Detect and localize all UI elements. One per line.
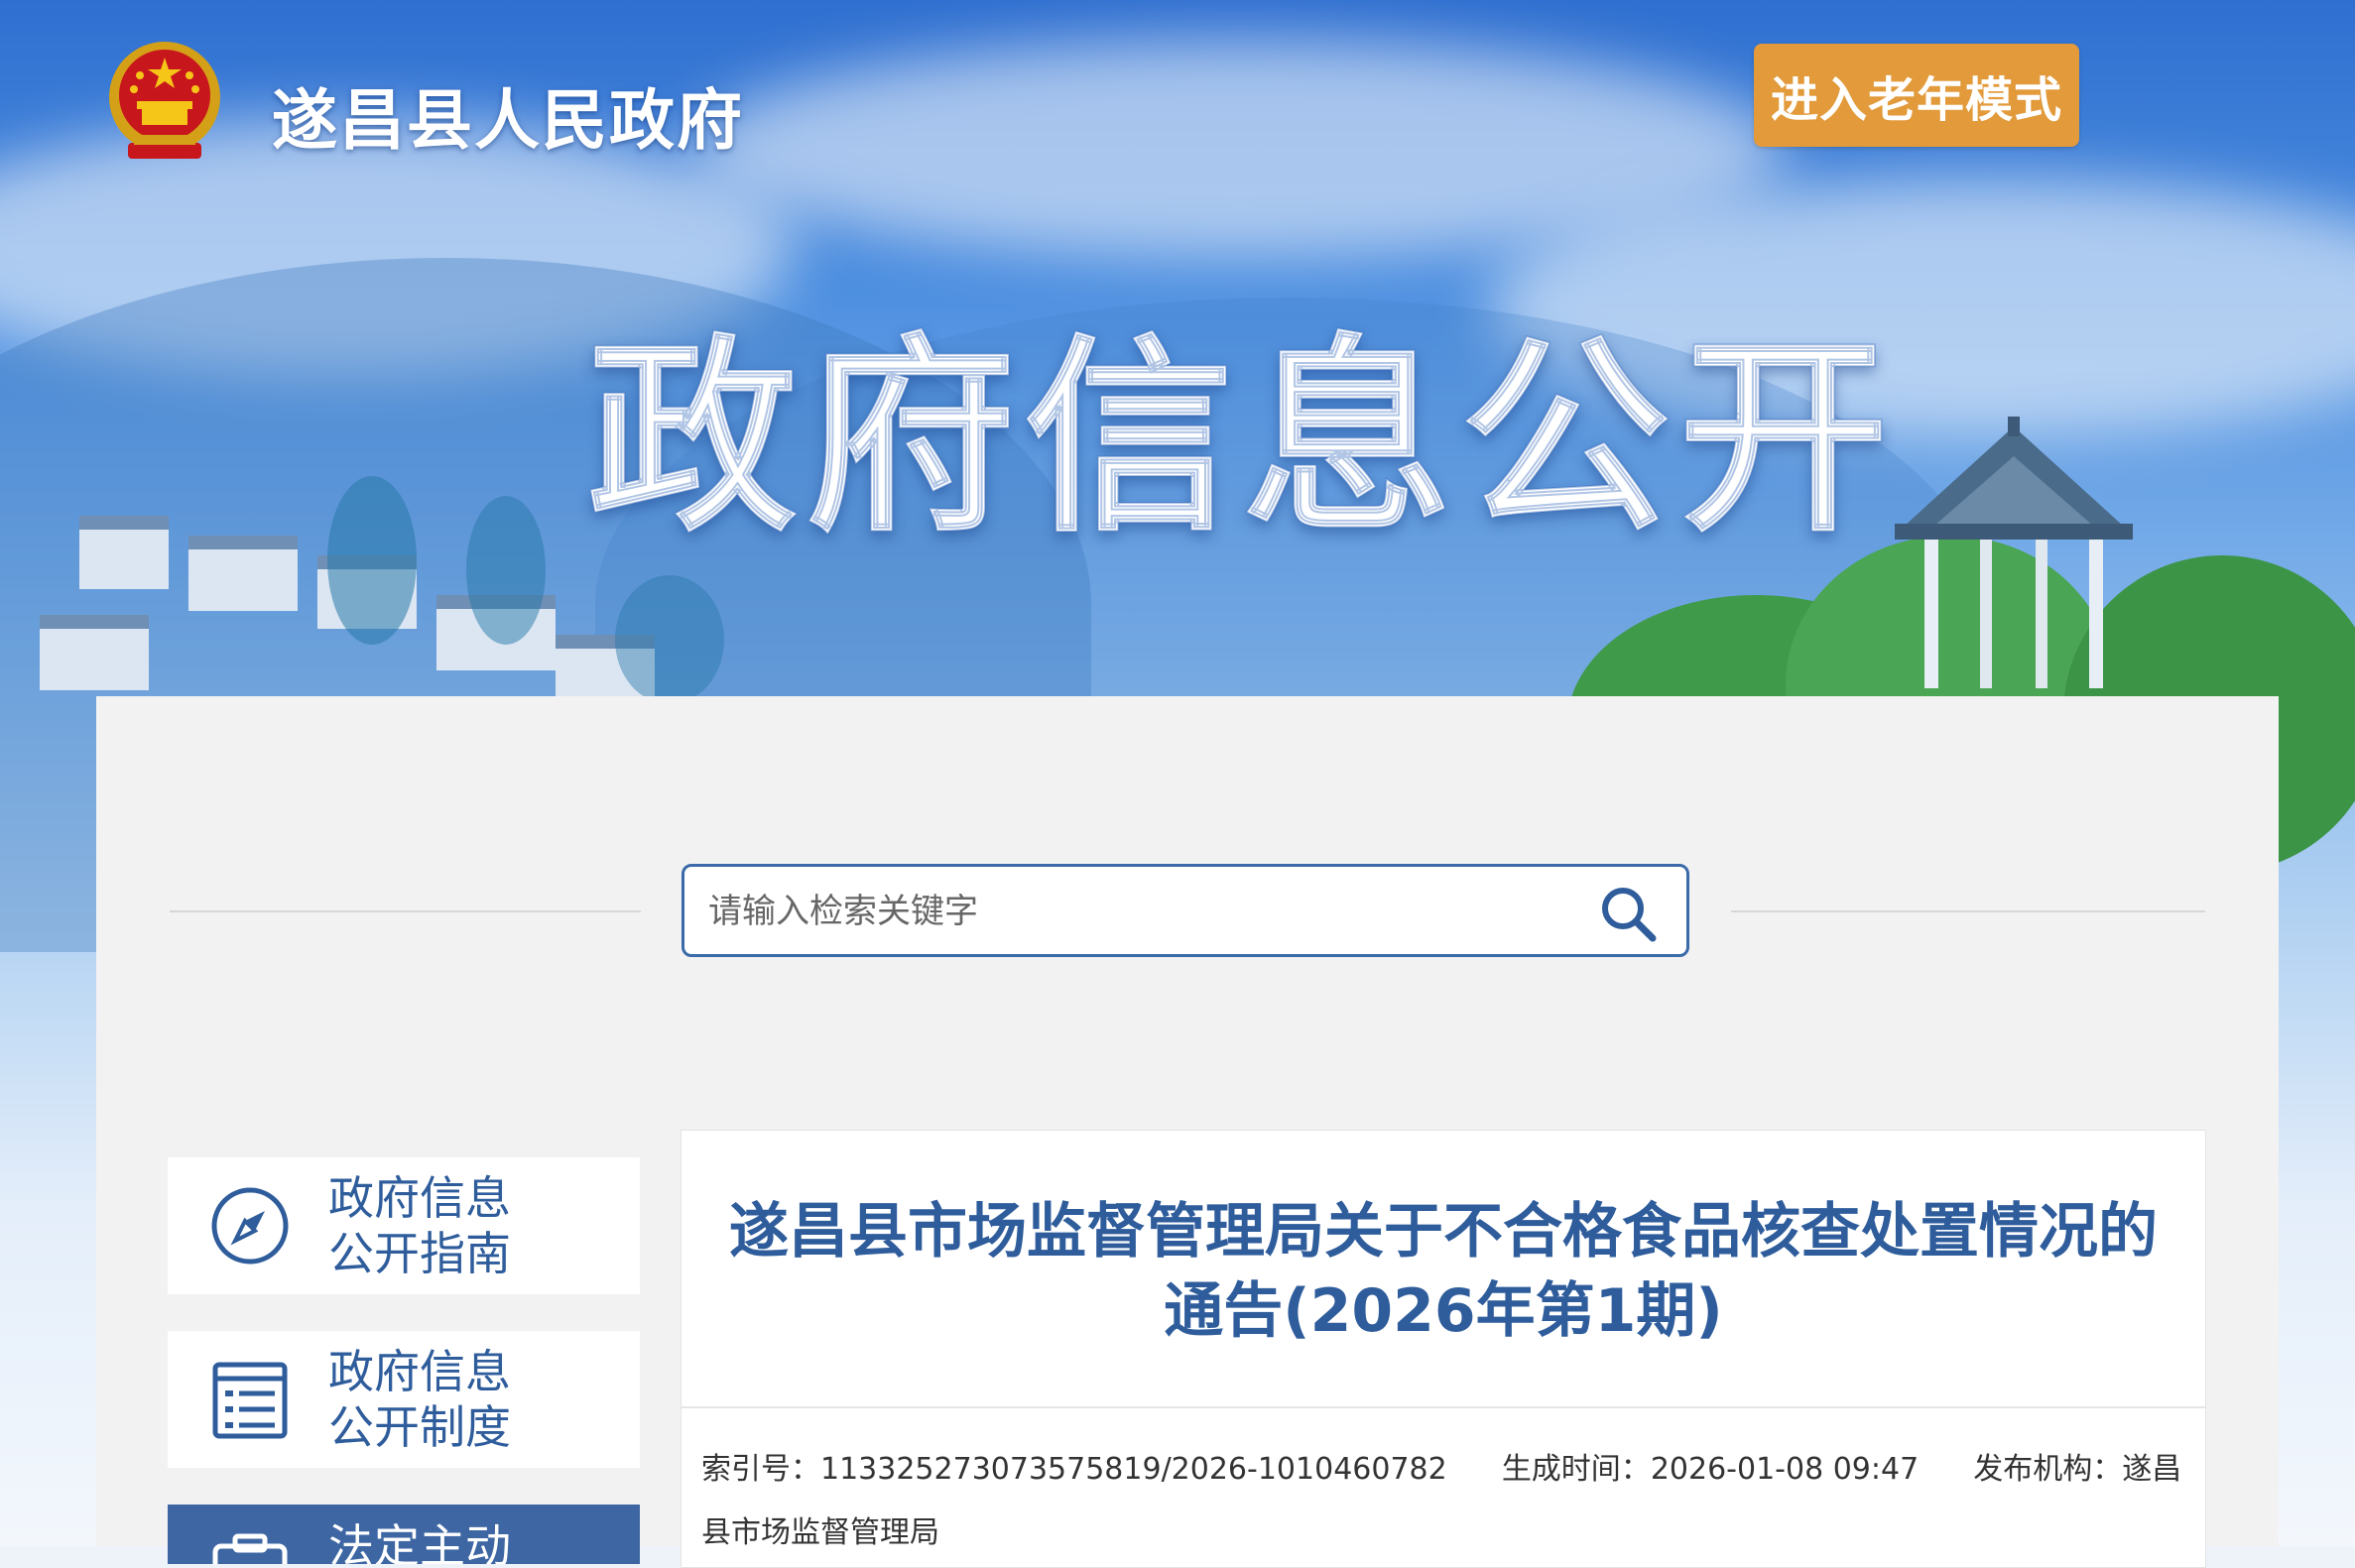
sidebar-item-label-line1: 政府信息 (328, 1345, 511, 1398)
banner-tree (615, 575, 724, 704)
pavilion-illustration (1895, 417, 2133, 688)
sidebar-item-disclosure-guide[interactable]: 政府信息 公开指南 (168, 1157, 640, 1294)
sidebar-item-label-line1: 法定主动 (328, 1519, 511, 1564)
banner-house (40, 615, 149, 690)
banner-tree (466, 496, 546, 645)
sidebar-item-disclosure-rules[interactable]: 政府信息 公开制度 (168, 1331, 640, 1468)
gov-site-name[interactable]: 遂昌县人民政府 (272, 67, 744, 163)
banner-title: 政府信息公开 (586, 314, 1897, 561)
national-emblem-icon (109, 42, 220, 159)
search-divider-right (1731, 910, 2205, 912)
publisher-label: 发布机构： (1973, 1452, 2123, 1487)
banner-tree (327, 476, 417, 645)
elder-mode-button[interactable]: 进入老年模式 (1754, 44, 2079, 147)
article-divider (682, 1406, 2205, 1408)
index-value: 113325273073575819/2026-1010460782 (820, 1452, 1447, 1487)
sidebar-item-label: 政府信息 公开指南 (328, 1170, 511, 1281)
sidebar-item-label-line2: 公开制度 (328, 1400, 511, 1454)
created-label: 生成时间： (1501, 1452, 1651, 1487)
folder-icon (212, 1533, 288, 1564)
content-panel: 政府信息 公开指南 政府信息 公开制度 法定主动 遂昌县市场监督管 (96, 696, 2279, 1568)
sidebar-item-label-line2: 公开指南 (328, 1227, 511, 1280)
sidebar-item-label: 政府信息 公开制度 (328, 1344, 511, 1455)
article-card: 遂昌县市场监督管理局关于不合格食品核查处置情况的通告(2026年第1期) 索引号… (681, 1130, 2206, 1568)
sidebar-item-statutory-disclosure[interactable]: 法定主动 (168, 1505, 640, 1564)
sidebar-item-label-line1: 政府信息 (328, 1171, 511, 1225)
search-icon[interactable] (1597, 883, 1659, 944)
sidebar-item-label: 法定主动 (328, 1518, 511, 1564)
index-label: 索引号： (701, 1452, 820, 1487)
created-value: 2026-01-08 09:47 (1650, 1452, 1920, 1487)
article-title: 遂昌县市场监督管理局关于不合格食品核查处置情况的通告(2026年第1期) (729, 1197, 2158, 1346)
compass-icon (211, 1187, 289, 1265)
search-divider-left (170, 910, 641, 912)
document-list-icon (212, 1362, 288, 1439)
search-input[interactable] (706, 877, 1583, 946)
search-box (682, 864, 1689, 957)
banner-house (188, 536, 298, 611)
banner-house (79, 516, 169, 589)
